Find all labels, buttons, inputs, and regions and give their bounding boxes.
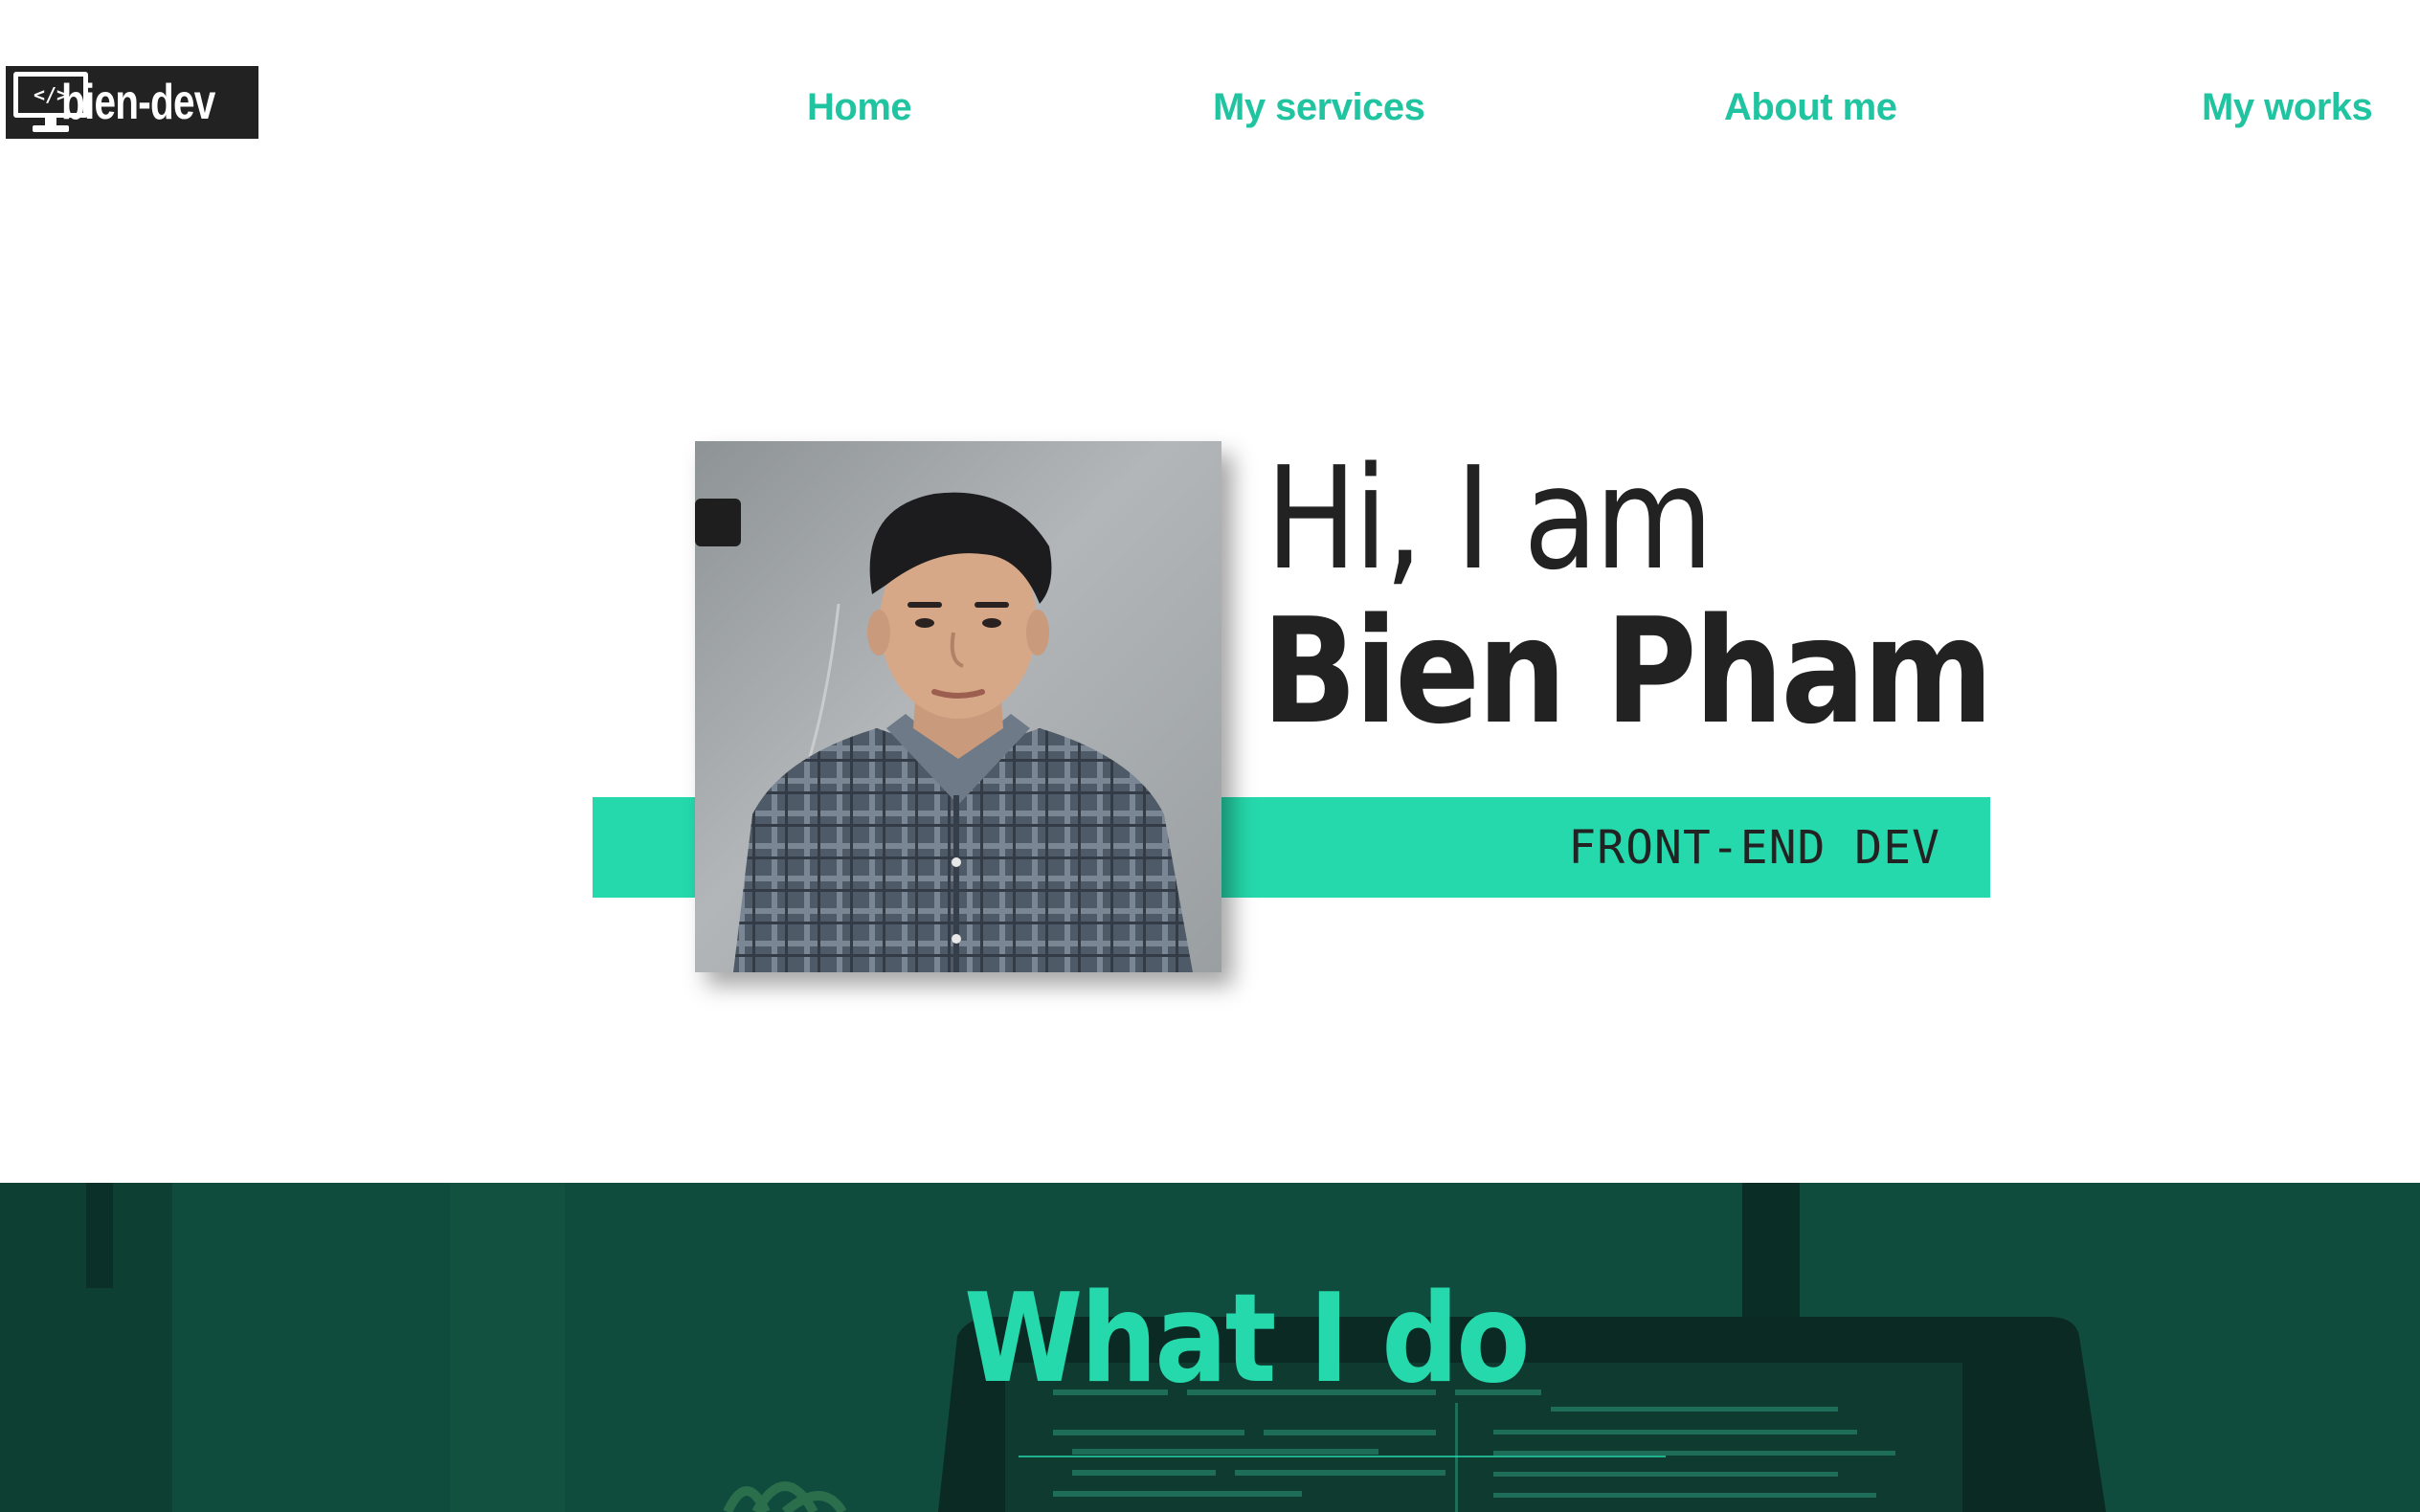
profile-photo: [695, 441, 1221, 972]
nav-home-link[interactable]: Home: [807, 86, 912, 129]
services-section: What I do: [0, 1183, 2420, 1512]
hero-greeting: Hi, I am: [1266, 436, 1714, 601]
monitor-code-icon: </>: [13, 72, 88, 133]
page: </> bien-dev Home My services About me M…: [0, 0, 2420, 1512]
site-logo[interactable]: </> bien-dev: [6, 66, 258, 139]
hero-name: Bien Pham: [1262, 587, 1993, 756]
nav-works-link[interactable]: My works: [2202, 86, 2373, 129]
hero-role-text: FRONT-END DEV: [1568, 820, 1940, 875]
logo-text: bien-dev: [61, 75, 215, 130]
nav-services-link[interactable]: My services: [1213, 86, 1425, 129]
services-title-underline: [1019, 1456, 1666, 1457]
nav-about-link[interactable]: About me: [1724, 86, 1897, 129]
services-title: What I do: [964, 1268, 1532, 1411]
